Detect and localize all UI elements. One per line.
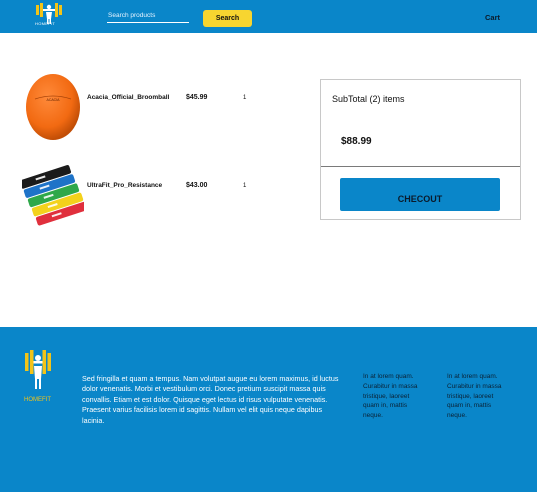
item-quantity[interactable]: 1 <box>243 95 246 101</box>
subtotal-label: SubTotal (2) items <box>332 94 405 104</box>
checkout-button[interactable]: CHECOUT <box>340 178 500 211</box>
footer-logo-text: HOMEFIT <box>24 397 51 403</box>
footer-column-2: In at lorem quam. Curabitur in massa tri… <box>447 373 502 420</box>
footer-description: Sed fringilla et quam a tempus. Nam volu… <box>82 374 339 425</box>
cart-link[interactable]: Cart <box>485 13 500 22</box>
header-logo-text: HOMEFIT <box>35 21 56 26</box>
order-summary-box: SubTotal (2) items $88.99 CHECOUT <box>320 79 521 220</box>
search-button[interactable]: Search <box>203 10 252 27</box>
item-price: $45.99 <box>186 94 208 101</box>
item-quantity[interactable]: 1 <box>243 183 246 189</box>
search-input[interactable] <box>107 9 189 23</box>
footer: HOMEFIT Sed fringilla et quam a tempus. … <box>0 327 537 492</box>
item-name[interactable]: UltraFit_Pro_Resistance <box>87 182 162 189</box>
resistance-bands-image[interactable] <box>22 163 84 231</box>
svg-text:ACACIA: ACACIA <box>46 98 60 102</box>
subtotal-value: $88.99 <box>341 136 372 147</box>
item-price: $43.00 <box>186 182 208 189</box>
summary-divider <box>321 166 520 167</box>
top-navbar: HOMEFIT Search Cart <box>0 0 537 33</box>
item-name[interactable]: Acacia_Official_Broomball <box>87 94 169 101</box>
broomball-image[interactable]: ACACIA <box>23 67 83 145</box>
footer-column-1: In at lorem quam. Curabitur in massa tri… <box>363 373 418 420</box>
